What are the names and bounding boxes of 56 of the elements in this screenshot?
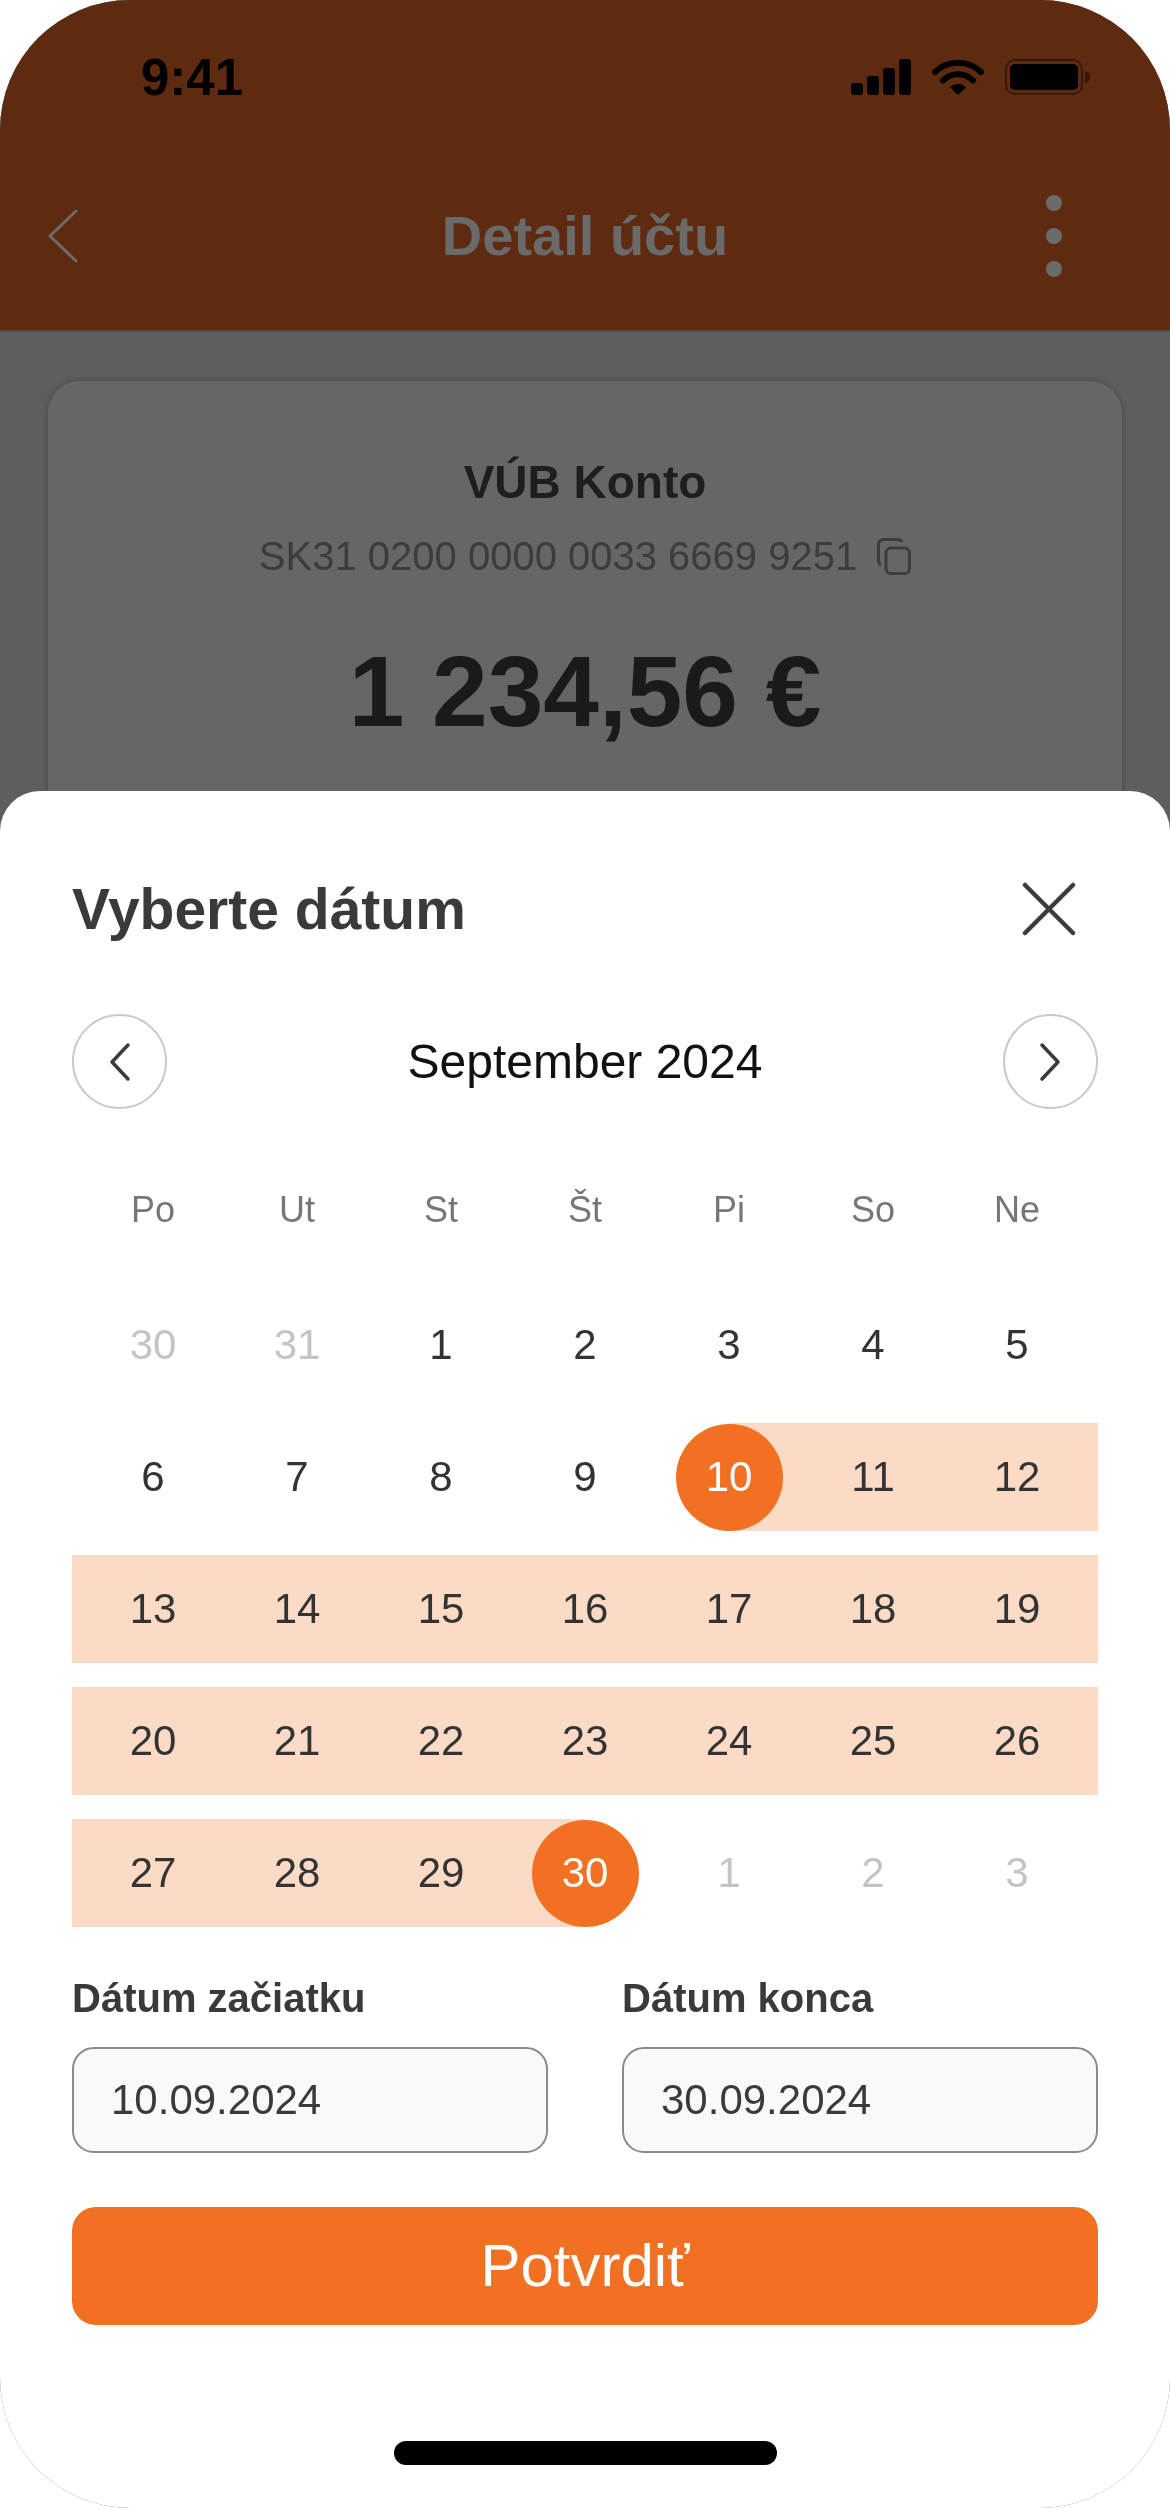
- weekday-label: St: [424, 1188, 458, 1232]
- date-field[interactable]: 10.09.2024: [72, 2047, 548, 2153]
- calendar-day[interactable]: 26: [963, 1687, 1071, 1795]
- previous-month-button[interactable]: [72, 1014, 167, 1109]
- signal-icon: [851, 59, 911, 95]
- calendar-day[interactable]: 25: [819, 1687, 927, 1795]
- copy-icon[interactable]: [877, 537, 912, 575]
- field-label: Dátum konca: [622, 1975, 874, 2022]
- sheet-title: Vyberte dátum: [72, 876, 466, 943]
- field-label: Dátum začiatku: [72, 1975, 366, 2022]
- chevron-right-icon: [1038, 1041, 1063, 1082]
- calendar-day[interactable]: 27: [99, 1819, 207, 1927]
- next-month-button[interactable]: [1003, 1014, 1098, 1109]
- battery-icon: [1005, 59, 1091, 95]
- calendar-day[interactable]: 28: [243, 1819, 351, 1927]
- close-icon[interactable]: [1022, 882, 1076, 936]
- weekday-label: Ut: [279, 1188, 315, 1232]
- calendar-day[interactable]: 22: [387, 1687, 495, 1795]
- calendar-day[interactable]: 24: [675, 1687, 783, 1795]
- calendar-day[interactable]: 3: [675, 1291, 783, 1399]
- calendar-day[interactable]: 15: [387, 1555, 495, 1663]
- wifi-icon: [932, 58, 984, 96]
- month-label: September 2024: [407, 1033, 763, 1090]
- weekday-label: Pi: [713, 1188, 745, 1232]
- calendar-day[interactable]: 21: [243, 1687, 351, 1795]
- weekday-label: Ne: [994, 1188, 1040, 1232]
- calendar-day[interactable]: 29: [387, 1819, 495, 1927]
- more-icon[interactable]: [1046, 195, 1062, 277]
- calendar-day[interactable]: 23: [531, 1687, 639, 1795]
- weekday-label: Št: [568, 1188, 602, 1232]
- calendar-day[interactable]: 8: [387, 1423, 495, 1531]
- calendar-day[interactable]: 9: [531, 1423, 639, 1531]
- calendar-day[interactable]: 20: [99, 1687, 207, 1795]
- account-name: VÚB Konto: [463, 455, 707, 510]
- calendar-day[interactable]: 13: [99, 1555, 207, 1663]
- calendar-day[interactable]: 19: [963, 1555, 1071, 1663]
- calendar-day[interactable]: 1: [387, 1291, 495, 1399]
- calendar-day[interactable]: 17: [675, 1555, 783, 1663]
- calendar-day[interactable]: 18: [819, 1555, 927, 1663]
- calendar-day[interactable]: 14: [243, 1555, 351, 1663]
- chevron-left-icon: [107, 1041, 132, 1082]
- calendar-day[interactable]: 16: [531, 1555, 639, 1663]
- weekday-label: Po: [130, 1188, 175, 1232]
- calendar-day[interactable]: 4: [819, 1291, 927, 1399]
- calendar-day[interactable]: 5: [963, 1291, 1071, 1399]
- screen-title: Detail účtu: [441, 203, 729, 269]
- calendar-day[interactable]: 11: [819, 1423, 927, 1531]
- weekday-label: So: [850, 1188, 895, 1232]
- back-icon[interactable]: [48, 209, 78, 263]
- calendar-day[interactable]: 6: [99, 1423, 207, 1531]
- status-time: 9:41: [141, 51, 244, 103]
- calendar-day[interactable]: 2: [531, 1291, 639, 1399]
- calendar-day[interactable]: 12: [963, 1423, 1071, 1531]
- date-field[interactable]: 30.09.2024: [622, 2047, 1098, 2153]
- calendar-day[interactable]: 7: [243, 1423, 351, 1531]
- account-balance: 1 234,56 €: [348, 636, 822, 746]
